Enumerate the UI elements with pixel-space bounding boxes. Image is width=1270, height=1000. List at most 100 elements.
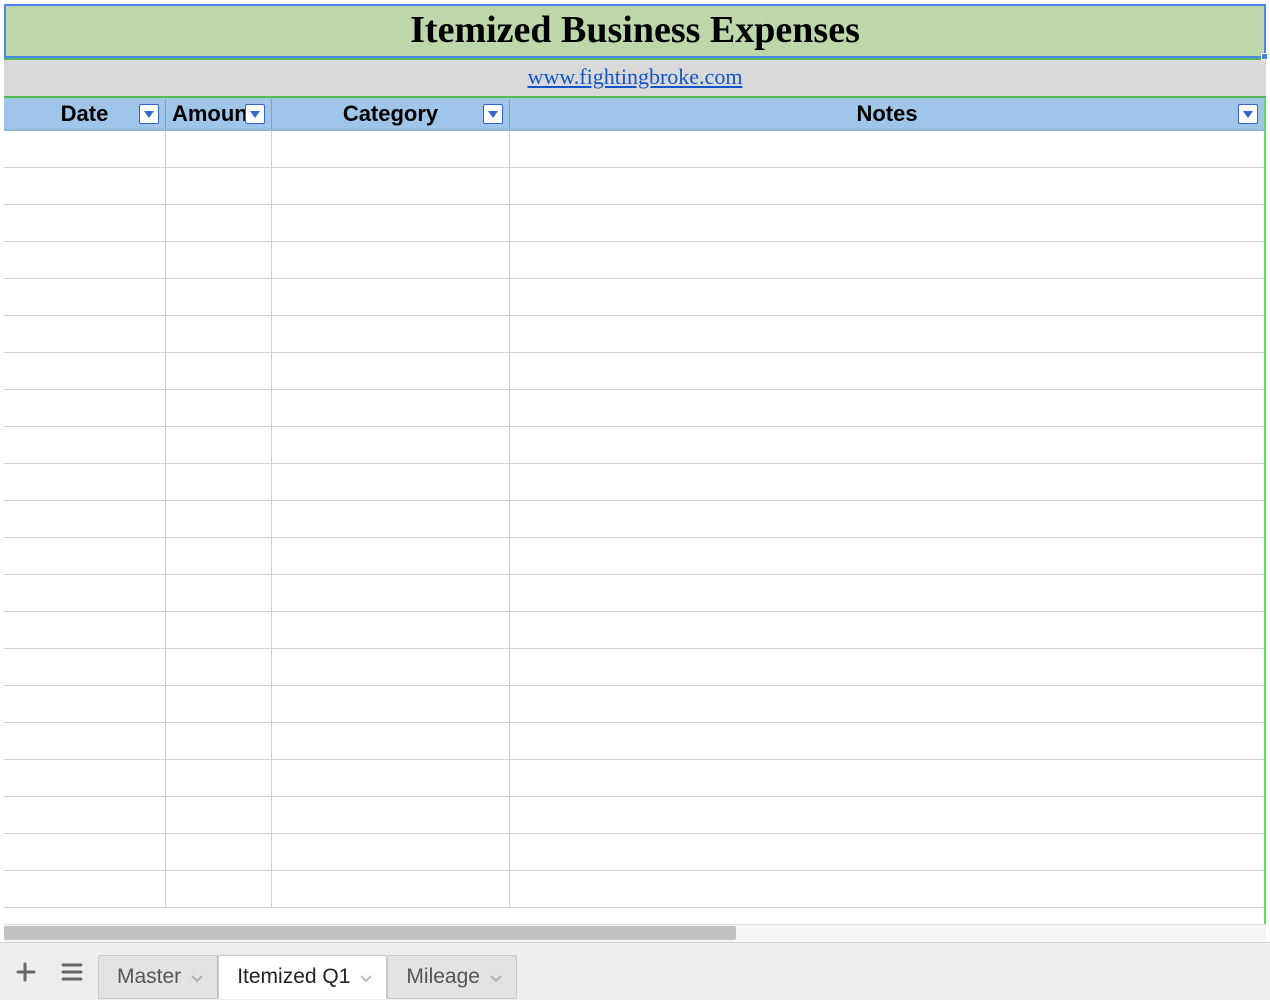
cell-date[interactable] xyxy=(4,723,166,759)
table-row[interactable] xyxy=(4,760,1264,797)
cell-cat[interactable] xyxy=(272,834,510,870)
cell-cat[interactable] xyxy=(272,538,510,574)
filter-notes-button[interactable] xyxy=(1238,104,1258,124)
cell-amount[interactable] xyxy=(166,353,272,389)
table-row[interactable] xyxy=(4,390,1264,427)
cell-notes[interactable] xyxy=(510,279,1264,315)
table-row[interactable] xyxy=(4,427,1264,464)
table-row[interactable] xyxy=(4,871,1264,908)
cell-cat[interactable] xyxy=(272,760,510,796)
filter-amount-button[interactable] xyxy=(245,104,265,124)
cell-cat[interactable] xyxy=(272,427,510,463)
cell-cat[interactable] xyxy=(272,279,510,315)
cell-cat[interactable] xyxy=(272,797,510,833)
cell-cat[interactable] xyxy=(272,649,510,685)
cell-amount[interactable] xyxy=(166,427,272,463)
cell-date[interactable] xyxy=(4,871,166,907)
add-sheet-button[interactable] xyxy=(6,950,46,994)
table-row[interactable] xyxy=(4,649,1264,686)
cell-notes[interactable] xyxy=(510,316,1264,352)
cell-amount[interactable] xyxy=(166,501,272,537)
chevron-down-icon[interactable] xyxy=(360,965,372,989)
cell-date[interactable] xyxy=(4,316,166,352)
cell-amount[interactable] xyxy=(166,316,272,352)
cell-cat[interactable] xyxy=(272,205,510,241)
horizontal-scrollbar[interactable] xyxy=(4,924,1266,942)
table-row[interactable] xyxy=(4,575,1264,612)
cell-cat[interactable] xyxy=(272,131,510,167)
table-row[interactable] xyxy=(4,279,1264,316)
cell-cat[interactable] xyxy=(272,501,510,537)
cell-notes[interactable] xyxy=(510,686,1264,722)
table-row[interactable] xyxy=(4,723,1264,760)
cell-notes[interactable] xyxy=(510,205,1264,241)
cell-amount[interactable] xyxy=(166,242,272,278)
cell-date[interactable] xyxy=(4,279,166,315)
cell-notes[interactable] xyxy=(510,723,1264,759)
cell-cat[interactable] xyxy=(272,575,510,611)
cell-notes[interactable] xyxy=(510,501,1264,537)
cell-date[interactable] xyxy=(4,427,166,463)
cell-date[interactable] xyxy=(4,834,166,870)
cell-date[interactable] xyxy=(4,686,166,722)
cell-amount[interactable] xyxy=(166,649,272,685)
cell-cat[interactable] xyxy=(272,168,510,204)
cell-amount[interactable] xyxy=(166,205,272,241)
table-row[interactable] xyxy=(4,168,1264,205)
cell-notes[interactable] xyxy=(510,131,1264,167)
data-grid[interactable] xyxy=(4,131,1266,924)
cell-notes[interactable] xyxy=(510,242,1264,278)
table-row[interactable] xyxy=(4,834,1264,871)
source-link[interactable]: www.fightingbroke.com xyxy=(528,64,743,89)
title-cell[interactable]: Itemized Business Expenses xyxy=(4,4,1266,58)
header-category[interactable]: Category xyxy=(272,99,510,129)
cell-notes[interactable] xyxy=(510,797,1264,833)
cell-notes[interactable] xyxy=(510,353,1264,389)
cell-date[interactable] xyxy=(4,612,166,648)
chevron-down-icon[interactable] xyxy=(191,965,203,989)
cell-date[interactable] xyxy=(4,390,166,426)
cell-date[interactable] xyxy=(4,168,166,204)
sheet-tab-master[interactable]: Master xyxy=(98,955,218,999)
table-row[interactable] xyxy=(4,612,1264,649)
table-row[interactable] xyxy=(4,501,1264,538)
cell-amount[interactable] xyxy=(166,612,272,648)
selection-handle-icon[interactable] xyxy=(1261,53,1268,60)
cell-amount[interactable] xyxy=(166,538,272,574)
table-row[interactable] xyxy=(4,686,1264,723)
cell-date[interactable] xyxy=(4,242,166,278)
cell-amount[interactable] xyxy=(166,390,272,426)
table-row[interactable] xyxy=(4,353,1264,390)
table-row[interactable] xyxy=(4,538,1264,575)
cell-amount[interactable] xyxy=(166,131,272,167)
cell-notes[interactable] xyxy=(510,427,1264,463)
cell-cat[interactable] xyxy=(272,242,510,278)
cell-notes[interactable] xyxy=(510,168,1264,204)
header-date[interactable]: Date xyxy=(4,99,166,129)
table-row[interactable] xyxy=(4,797,1264,834)
header-notes[interactable]: Notes xyxy=(510,99,1264,129)
filter-date-button[interactable] xyxy=(139,104,159,124)
sheet-tab-mileage[interactable]: Mileage xyxy=(387,955,517,999)
cell-date[interactable] xyxy=(4,131,166,167)
cell-date[interactable] xyxy=(4,575,166,611)
table-row[interactable] xyxy=(4,131,1264,168)
cell-amount[interactable] xyxy=(166,723,272,759)
cell-date[interactable] xyxy=(4,538,166,574)
cell-date[interactable] xyxy=(4,353,166,389)
cell-cat[interactable] xyxy=(272,316,510,352)
table-row[interactable] xyxy=(4,242,1264,279)
cell-amount[interactable] xyxy=(166,464,272,500)
cell-notes[interactable] xyxy=(510,760,1264,796)
cell-notes[interactable] xyxy=(510,649,1264,685)
cell-amount[interactable] xyxy=(166,279,272,315)
chevron-down-icon[interactable] xyxy=(490,965,502,989)
cell-amount[interactable] xyxy=(166,760,272,796)
cell-cat[interactable] xyxy=(272,464,510,500)
cell-amount[interactable] xyxy=(166,168,272,204)
cell-amount[interactable] xyxy=(166,686,272,722)
cell-notes[interactable] xyxy=(510,612,1264,648)
filter-category-button[interactable] xyxy=(483,104,503,124)
cell-date[interactable] xyxy=(4,649,166,685)
cell-notes[interactable] xyxy=(510,538,1264,574)
